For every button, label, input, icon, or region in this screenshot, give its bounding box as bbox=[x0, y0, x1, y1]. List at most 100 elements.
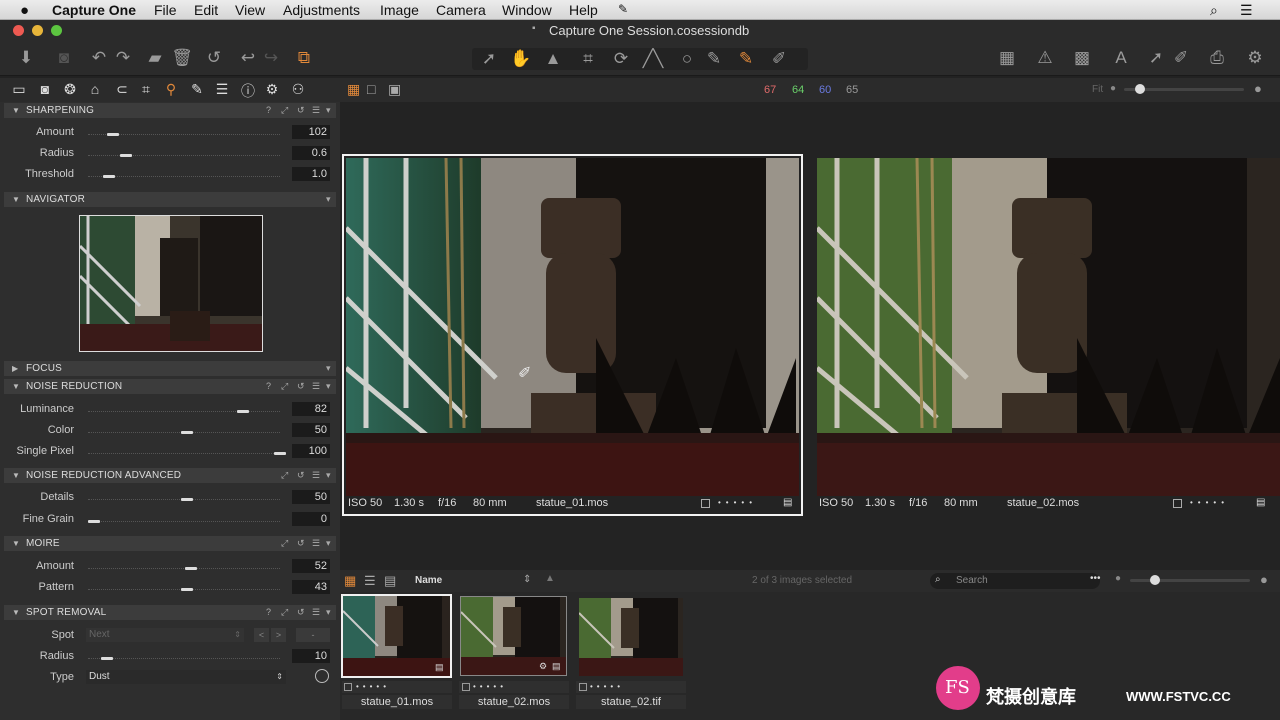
adjustments-tab-icon[interactable]: ☰ bbox=[213, 81, 231, 98]
metadata-tab-icon[interactable]: ⓘ bbox=[239, 81, 257, 101]
navigator-header[interactable]: ▼ NAVIGATOR ▾ bbox=[4, 192, 336, 207]
color-tab-icon[interactable]: ❂ bbox=[61, 81, 79, 98]
collapse-triangle-icon[interactable]: ▼ bbox=[12, 379, 20, 394]
color-tag-checkbox[interactable] bbox=[1173, 499, 1182, 508]
thumbnail-3-rating[interactable]: ••••• bbox=[576, 681, 686, 693]
show-spots-toggle[interactable] bbox=[315, 669, 329, 683]
move-to-folder-icon[interactable]: ▰ bbox=[144, 48, 166, 68]
zoom-slider-handle[interactable] bbox=[1135, 84, 1145, 94]
rating-stars[interactable]: ••••• bbox=[718, 494, 757, 512]
panel-options-icon[interactable]: ▾ bbox=[326, 361, 331, 376]
copy-adjustment-icon[interactable]: ⤢ bbox=[281, 379, 288, 394]
import-icon[interactable]: ⬇ bbox=[15, 48, 37, 68]
color-tag-checkbox[interactable] bbox=[579, 683, 587, 691]
panel-options-icon[interactable]: ▾ bbox=[326, 605, 331, 620]
color-tag-checkbox[interactable] bbox=[701, 499, 710, 508]
process-icon[interactable]: ✐ bbox=[1170, 48, 1192, 68]
close-window-button[interactable] bbox=[13, 25, 24, 36]
composition-tab-icon[interactable]: ⌗ bbox=[137, 81, 155, 98]
spotlight-search-icon[interactable]: ⌕ bbox=[1210, 2, 1218, 19]
amount-slider-handle[interactable] bbox=[184, 567, 197, 570]
menu-edit[interactable]: Edit bbox=[194, 2, 218, 18]
single-pixel-value[interactable]: 100 bbox=[292, 444, 330, 458]
copy-apply-icon[interactable]: ⧉ bbox=[293, 48, 315, 68]
threshold-slider-track[interactable] bbox=[88, 176, 280, 177]
color-tag-checkbox[interactable] bbox=[462, 683, 470, 691]
navigator-preview[interactable] bbox=[79, 215, 263, 352]
pan-hand-icon[interactable]: ✋ bbox=[510, 49, 532, 69]
sharpening-header[interactable]: ▼ SHARPENING ? ⤢ ↺ ☰ ▾ bbox=[4, 103, 336, 118]
zoom-window-button[interactable] bbox=[51, 25, 62, 36]
copy-adjustment-icon[interactable]: ⤢ bbox=[281, 605, 288, 620]
fine-grain-value[interactable]: 0 bbox=[292, 512, 330, 526]
expand-triangle-icon[interactable]: ▶ bbox=[12, 361, 18, 376]
exposure-warning-icon[interactable]: ⚠ bbox=[1034, 48, 1056, 68]
presets-menu-icon[interactable]: ☰ bbox=[312, 103, 320, 118]
collapse-triangle-icon[interactable]: ▼ bbox=[12, 536, 20, 551]
noise-reduction-advanced-header[interactable]: ▼ NOISE REDUCTION ADVANCED ⤢ ↺ ☰ ▾ bbox=[4, 468, 336, 483]
previous-spot-button[interactable]: < bbox=[254, 628, 269, 642]
multi-view-icon[interactable]: ▦ bbox=[347, 81, 360, 98]
spot-removal-tool-icon[interactable]: ✎ bbox=[735, 49, 757, 69]
menu-help[interactable]: Help bbox=[569, 2, 598, 18]
capture-tab-icon[interactable]: ◙ bbox=[36, 81, 54, 97]
rating-stars[interactable]: ••••• bbox=[1190, 494, 1229, 512]
panel-options-icon[interactable]: ▾ bbox=[326, 379, 331, 394]
menu-camera[interactable]: Camera bbox=[436, 2, 486, 18]
rotate-left-icon[interactable]: ↶ bbox=[88, 48, 110, 68]
help-icon[interactable]: ? bbox=[266, 605, 271, 620]
local-adjustments-tab-icon[interactable]: ✎ bbox=[188, 81, 206, 98]
keystone-icon[interactable]: ╱╲ bbox=[642, 49, 664, 69]
select-cursor-icon[interactable]: ➚ bbox=[478, 49, 500, 69]
viewer-layout-icon[interactable]: ▦ bbox=[996, 48, 1018, 68]
camera-icon[interactable]: ◙ bbox=[53, 48, 75, 68]
amount-value[interactable]: 102 bbox=[292, 125, 330, 139]
output-tab-icon[interactable]: ⚙ bbox=[263, 81, 281, 98]
copy-adjustment-icon[interactable]: ⤢ bbox=[281, 103, 288, 118]
single-view-icon[interactable]: □ bbox=[367, 81, 375, 97]
details-value[interactable]: 50 bbox=[292, 490, 330, 504]
notification-center-icon[interactable]: ☰ bbox=[1240, 2, 1253, 19]
single-pixel-slider-track[interactable] bbox=[88, 453, 280, 454]
search-field[interactable]: ⌕ Search bbox=[930, 573, 1100, 589]
menu-file[interactable]: File bbox=[154, 2, 177, 18]
luminance-value[interactable]: 82 bbox=[292, 402, 330, 416]
color-picker-icon[interactable]: ✐ bbox=[768, 49, 790, 69]
viewer-image-1[interactable]: ✐ bbox=[346, 158, 799, 496]
list-view-icon[interactable]: ☰ bbox=[364, 573, 376, 589]
apple-menu-icon[interactable]: ● bbox=[20, 2, 29, 19]
spot-select[interactable]: Next ⇕ bbox=[86, 628, 244, 642]
copy-adjustment-icon[interactable]: ⤢ bbox=[281, 536, 288, 551]
fine-grain-slider-handle[interactable] bbox=[88, 520, 100, 523]
reset-adjustment-icon[interactable]: ↺ bbox=[297, 468, 305, 483]
sort-by-label[interactable]: Name bbox=[415, 575, 442, 586]
text-annotation-icon[interactable]: A bbox=[1110, 48, 1132, 68]
details-slider-handle[interactable] bbox=[181, 498, 193, 501]
viewer-image-2[interactable] bbox=[817, 158, 1280, 496]
threshold-slider-handle[interactable] bbox=[102, 175, 115, 178]
pattern-value[interactable]: 43 bbox=[292, 580, 330, 594]
thumbnail-3[interactable] bbox=[578, 598, 683, 676]
exposure-tab-icon[interactable]: ⌂ bbox=[86, 81, 104, 97]
amount-value[interactable]: 52 bbox=[292, 559, 330, 573]
presets-menu-icon[interactable]: ☰ bbox=[312, 605, 320, 620]
collapse-triangle-icon[interactable]: ▼ bbox=[12, 192, 20, 207]
brush-icon[interactable]: ✎ bbox=[703, 49, 725, 69]
filmstrip-view-icon[interactable]: ▤ bbox=[384, 573, 396, 589]
app-menu[interactable]: Capture One bbox=[52, 2, 136, 18]
noise-reduction-header[interactable]: ▼ NOISE REDUCTION ? ⤢ ↺ ☰ ▾ bbox=[4, 379, 336, 394]
thumbnail-1[interactable]: ▤ bbox=[341, 594, 452, 678]
panel-options-icon[interactable]: ▾ bbox=[326, 103, 331, 118]
radius-value[interactable]: 0.6 bbox=[292, 146, 330, 160]
grid-view-icon[interactable]: ▦ bbox=[344, 573, 356, 589]
menu-image[interactable]: Image bbox=[380, 2, 419, 18]
luminance-slider-handle[interactable] bbox=[236, 410, 249, 413]
menu-view[interactable]: View bbox=[235, 2, 265, 18]
collapse-triangle-icon[interactable]: ▼ bbox=[12, 103, 20, 118]
color-value[interactable]: 50 bbox=[292, 423, 330, 437]
panel-options-icon[interactable]: ▾ bbox=[326, 468, 331, 483]
moire-header[interactable]: ▼ MOIRE ⤢ ↺ ☰ ▾ bbox=[4, 536, 336, 551]
threshold-value[interactable]: 1.0 bbox=[292, 167, 330, 181]
reset-adjustment-icon[interactable]: ↺ bbox=[297, 379, 305, 394]
copy-adjustment-icon[interactable]: ⤢ bbox=[281, 468, 288, 483]
